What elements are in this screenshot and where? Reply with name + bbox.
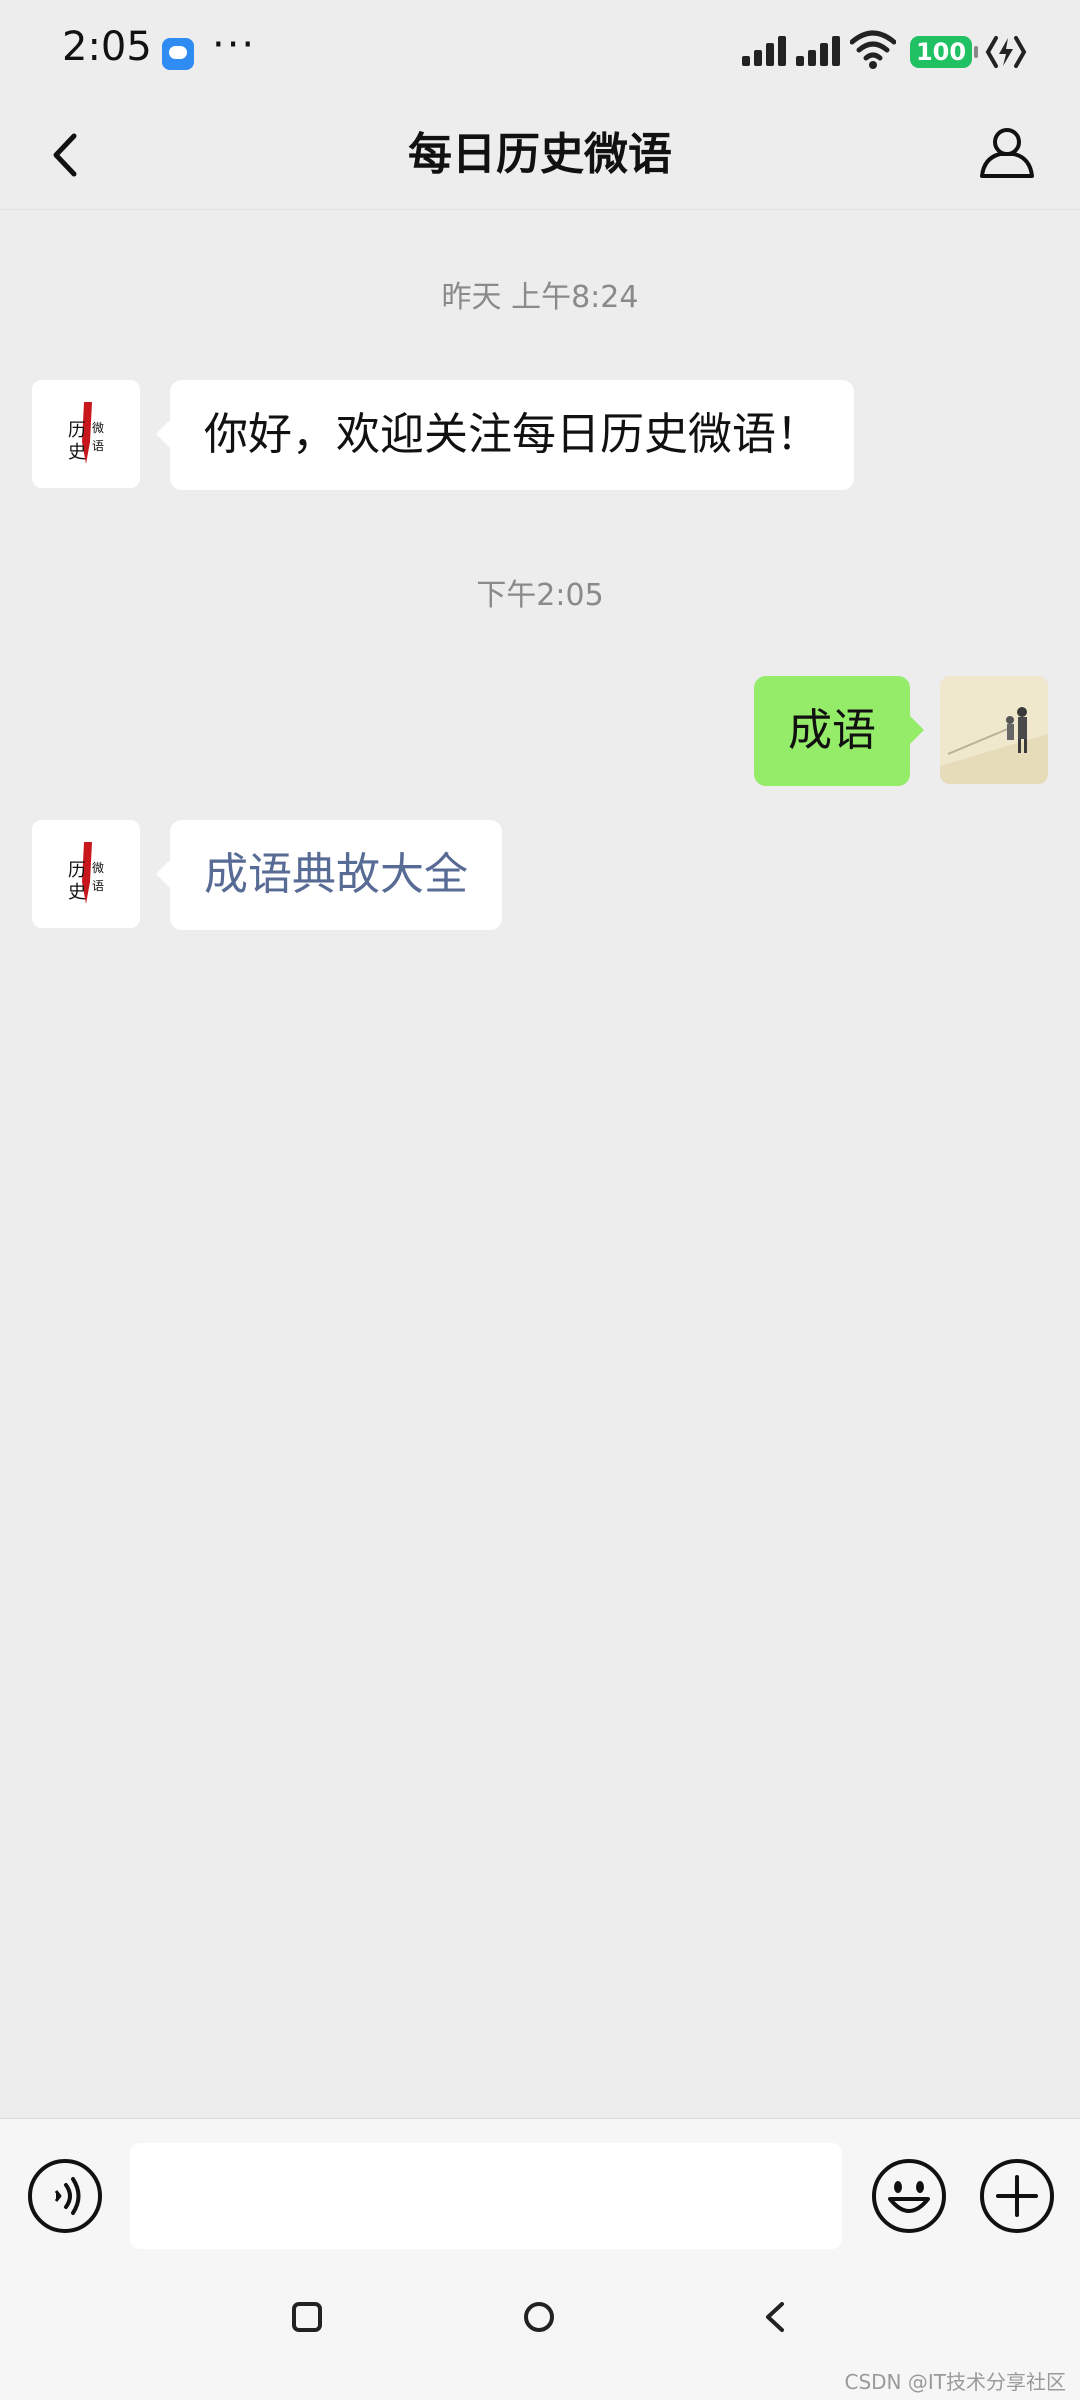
history-logo-icon: 历 史 微 语: [32, 380, 140, 488]
timestamp: 昨天 上午8:24: [441, 280, 639, 315]
status-time: 2:05: [62, 24, 152, 70]
avatar[interactable]: [940, 676, 1048, 784]
svg-text:历: 历: [68, 860, 86, 881]
status-bar: 2:05 ··· 100: [0, 0, 1080, 100]
back-triangle-icon[interactable]: [758, 2298, 792, 2336]
message-input[interactable]: [130, 2143, 842, 2249]
svg-text:微: 微: [92, 861, 104, 875]
smiley-icon[interactable]: [870, 2157, 948, 2235]
plus-circle-icon[interactable]: [978, 2157, 1056, 2235]
recents-square-icon[interactable]: [290, 2300, 324, 2334]
avatar[interactable]: 历 史 微 语: [32, 820, 140, 928]
chat-header: 每日历史微语: [0, 100, 1080, 210]
voice-icon[interactable]: [26, 2157, 104, 2235]
lightning-icon: [985, 36, 1027, 68]
page-title: 每日历史微语: [408, 129, 672, 180]
incoming-link-message[interactable]: 成语典故大全: [156, 820, 502, 930]
svg-text:史: 史: [68, 442, 86, 463]
system-nav-bar: CSDN @IT技术分享社区: [0, 2260, 1080, 2400]
battery-nub: [974, 46, 978, 58]
input-bar: [0, 2118, 1080, 2260]
person-icon[interactable]: [970, 116, 1044, 190]
outgoing-message[interactable]: 成语: [754, 676, 924, 786]
incoming-message[interactable]: 你好，欢迎关注每日历史微语！: [156, 380, 854, 490]
svg-text:微: 微: [92, 421, 104, 435]
history-logo-icon: 历 史 微 语: [32, 820, 140, 928]
wifi-icon: [850, 30, 896, 69]
user-photo-icon: [940, 676, 1048, 784]
home-circle-icon[interactable]: [522, 2300, 556, 2334]
svg-text:历: 历: [68, 420, 86, 441]
more-notifications-indicator: ···: [212, 22, 257, 68]
svg-text:史: 史: [68, 882, 86, 903]
battery-indicator: 100: [910, 36, 972, 68]
svg-text:语: 语: [92, 879, 104, 893]
signal-icon: [796, 34, 840, 66]
avatar[interactable]: 历 史 微 语: [32, 380, 140, 488]
chevron-left-icon[interactable]: [30, 118, 104, 192]
svg-text:语: 语: [92, 439, 104, 453]
signal-icon: [742, 34, 786, 66]
timestamp: 下午2:05: [476, 578, 604, 613]
chat-app-notification-icon: [162, 38, 194, 70]
watermark: CSDN @IT技术分享社区: [844, 2370, 1067, 2394]
